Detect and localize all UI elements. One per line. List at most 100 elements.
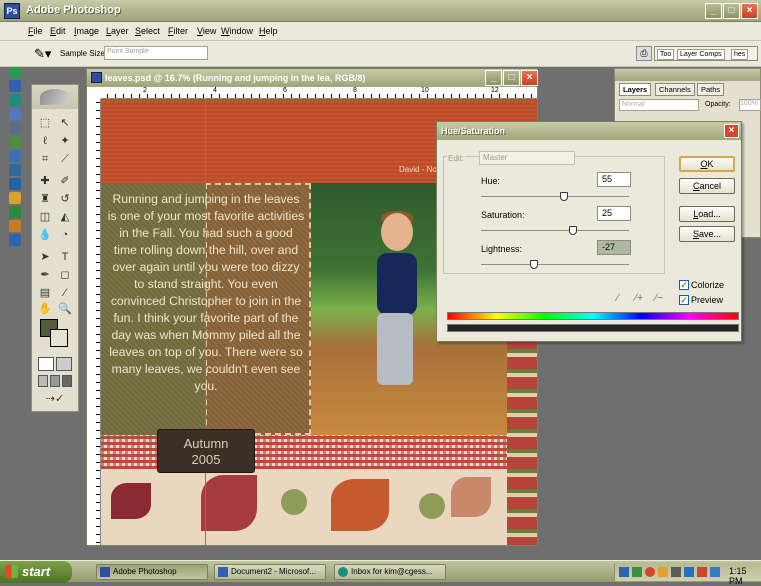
menu-view[interactable]: View xyxy=(197,26,216,36)
preview-checkbox[interactable]: ✓ xyxy=(679,295,689,305)
type-tool-icon[interactable]: T xyxy=(56,249,74,265)
launch-pen-icon[interactable] xyxy=(9,220,21,232)
menu-filter[interactable]: Filter xyxy=(168,26,188,36)
tray-messenger-icon[interactable] xyxy=(658,567,668,577)
screen-mode-standard-icon[interactable] xyxy=(38,375,48,387)
tray-volume-icon[interactable] xyxy=(671,567,681,577)
launch-monitor-icon[interactable] xyxy=(9,164,21,176)
document-close-button[interactable]: × xyxy=(521,70,538,86)
pen-tool-icon[interactable]: ✒ xyxy=(36,267,54,283)
zoom-tool-icon[interactable]: 🔍 xyxy=(56,301,74,317)
dialog-title-bar[interactable]: Hue/Saturation × xyxy=(437,122,741,140)
ok-button[interactable]: OK xyxy=(679,156,735,172)
path-selection-tool-icon[interactable]: ➤ xyxy=(36,249,54,265)
dodge-tool-icon[interactable]: ◔ xyxy=(56,227,74,243)
menu-image[interactable]: Image xyxy=(74,26,99,36)
lightness-input[interactable]: -27 xyxy=(597,240,631,255)
blur-tool-icon[interactable]: 💧 xyxy=(36,227,54,243)
palette-well-tab-tools[interactable]: Too xyxy=(657,49,675,60)
taskbar-item-word[interactable]: Document2 - Microsof... xyxy=(214,564,326,580)
launch-media-icon[interactable] xyxy=(9,178,21,190)
launch-outlook-icon[interactable] xyxy=(9,108,21,120)
taskbar-item-inbox[interactable]: Inbox for kim@cgess... xyxy=(334,564,446,580)
menu-help[interactable]: Help xyxy=(259,26,278,36)
eyedropper-minus-icon[interactable]: ⁄− xyxy=(655,292,663,304)
healing-brush-tool-icon[interactable]: ✚ xyxy=(36,173,54,189)
saturation-slider-thumb[interactable] xyxy=(568,226,577,235)
eyedropper-plus-icon[interactable]: ⁄+ xyxy=(635,292,643,304)
hue-slider-thumb[interactable] xyxy=(559,192,568,201)
maximize-button[interactable]: □ xyxy=(723,3,740,19)
history-brush-tool-icon[interactable]: ↺ xyxy=(56,191,74,207)
lightness-slider-track[interactable] xyxy=(481,264,629,265)
screen-mode-full-menu-icon[interactable] xyxy=(50,375,60,387)
screen-mode-full-icon[interactable] xyxy=(62,375,72,387)
sample-size-select[interactable]: Point Sample xyxy=(104,46,208,60)
tray-network-icon[interactable] xyxy=(619,567,629,577)
magic-wand-tool-icon[interactable]: ✦ xyxy=(56,133,74,149)
move-tool-icon[interactable]: ↖ xyxy=(56,115,74,131)
tray-security-icon[interactable] xyxy=(697,567,707,577)
layers-palette-header[interactable] xyxy=(615,69,760,81)
opacity-input[interactable]: 100% xyxy=(739,99,761,111)
document-title-bar[interactable]: leaves.psd @ 16.7% (Running and jumping … xyxy=(87,69,538,87)
background-color-swatch[interactable] xyxy=(50,329,68,347)
eraser-tool-icon[interactable]: ◫ xyxy=(36,209,54,225)
launch-publisher-icon[interactable] xyxy=(9,136,21,148)
eyedropper-icon[interactable]: ⁄ xyxy=(617,292,619,304)
stamp-tool-icon[interactable]: ♜ xyxy=(36,191,54,207)
jump-to-imageready-icon[interactable]: ⇢✓ xyxy=(38,391,72,407)
eyedropper-icon[interactable]: ✎▾ xyxy=(34,46,51,62)
launch-tools-icon[interactable] xyxy=(9,206,21,218)
load-button[interactable]: Load... xyxy=(679,206,735,222)
tray-update-icon[interactable] xyxy=(645,567,655,577)
launch-calc-icon[interactable] xyxy=(9,122,21,134)
notes-tool-icon[interactable]: ▤ xyxy=(36,285,54,301)
minimize-button[interactable]: _ xyxy=(705,3,722,19)
document-maximize-button[interactable]: □ xyxy=(503,70,520,86)
launch-paint-icon[interactable] xyxy=(9,192,21,204)
gradient-tool-icon[interactable]: ◭ xyxy=(56,209,74,225)
tray-display-icon[interactable] xyxy=(710,567,720,577)
marquee-tool-icon[interactable]: ⬚ xyxy=(36,115,54,131)
clock[interactable]: 1:15 PM xyxy=(729,566,761,586)
launch-network-icon[interactable] xyxy=(9,150,21,162)
palette-well-tab-brushes[interactable]: hes xyxy=(731,49,749,60)
tray-antivirus-icon[interactable] xyxy=(632,567,642,577)
menu-window[interactable]: Window xyxy=(221,26,253,36)
app-title-bar[interactable]: Ps Adobe Photoshop _ □ × xyxy=(0,0,761,22)
launch-settings-icon[interactable] xyxy=(9,234,21,246)
tray-bluetooth-icon[interactable] xyxy=(684,567,694,577)
hue-input[interactable]: 55 xyxy=(597,172,631,187)
hue-slider-track[interactable] xyxy=(481,196,629,197)
launch-mail-icon[interactable] xyxy=(9,94,21,106)
tab-paths[interactable]: Paths xyxy=(697,83,725,96)
vertical-ruler[interactable] xyxy=(87,99,101,545)
eyedropper-tool-icon[interactable]: ⁄ xyxy=(56,285,74,301)
menu-layer[interactable]: Layer xyxy=(106,26,129,36)
menu-edit[interactable]: Edit xyxy=(50,26,66,36)
quick-mask-mode-icon[interactable] xyxy=(56,357,72,371)
start-button[interactable]: start xyxy=(0,561,72,583)
blend-mode-select[interactable]: Normal xyxy=(619,99,699,111)
brush-tool-icon[interactable]: ✐ xyxy=(56,173,74,189)
lasso-tool-icon[interactable]: ℓ xyxy=(36,133,54,149)
close-button[interactable]: × xyxy=(741,3,758,19)
standard-mode-icon[interactable] xyxy=(38,357,54,371)
saturation-input[interactable]: 25 xyxy=(597,206,631,221)
shape-tool-icon[interactable]: ◻ xyxy=(56,267,74,283)
save-button[interactable]: Save... xyxy=(679,226,735,242)
tab-layers[interactable]: Layers xyxy=(619,83,652,96)
dialog-close-button[interactable]: × xyxy=(724,124,739,138)
menu-file[interactable]: File xyxy=(28,26,43,36)
slice-tool-icon[interactable]: ⟋ xyxy=(56,151,74,167)
hand-tool-icon[interactable]: ✋ xyxy=(36,301,54,317)
edit-select[interactable]: Master xyxy=(479,151,575,165)
saturation-slider-track[interactable] xyxy=(481,230,629,231)
launch-app-icon[interactable] xyxy=(9,66,21,78)
print-icon[interactable]: ⎙ xyxy=(636,46,652,61)
document-minimize-button[interactable]: _ xyxy=(485,70,502,86)
menu-select[interactable]: Select xyxy=(135,26,160,36)
tab-channels[interactable]: Channels xyxy=(655,83,695,96)
palette-well-tab-layer-comps[interactable]: Layer Comps xyxy=(677,49,725,60)
